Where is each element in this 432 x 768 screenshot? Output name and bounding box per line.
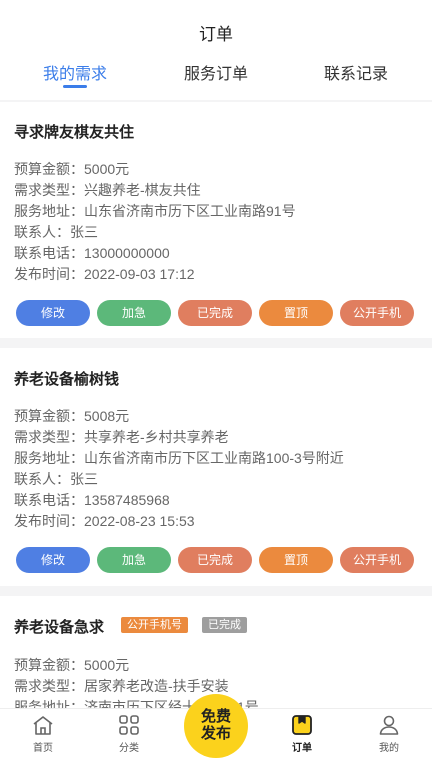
user-profile-icon: [379, 715, 399, 735]
tab-bar: 我的需求 服务订单 联系记录: [0, 60, 432, 86]
orders-icon: [292, 715, 312, 735]
tab-my-demands[interactable]: 我的需求: [43, 60, 107, 84]
completed-button[interactable]: 已完成: [178, 300, 252, 326]
category-grid-icon: [119, 715, 139, 735]
budget-field: 预算金额：5000元: [14, 161, 130, 177]
publish-label-line2: 发布: [200, 725, 231, 742]
phone-field: 联系电话：13000000000: [14, 245, 170, 261]
card-title: 养老设备榆树钱: [14, 371, 120, 388]
address-field: 服务地址：山东省济南市历下区工业南路100-3号附近: [14, 450, 344, 466]
nav-home-label: 首页: [33, 743, 53, 754]
completed-tag: 已完成: [202, 617, 247, 633]
completed-button[interactable]: 已完成: [178, 547, 252, 573]
publish-time-field: 发布时间：2022-09-03 17:12: [14, 266, 195, 282]
free-publish-button[interactable]: 免费 发布: [184, 694, 248, 758]
page-title: 订单: [199, 25, 233, 44]
demand-card: 养老设备急求 公开手机号 已完成 预算金额：5000元 需求类型：居家养老改造-…: [0, 596, 432, 708]
public-phone-button[interactable]: 公开手机: [340, 547, 414, 573]
nav-home[interactable]: 首页: [13, 709, 73, 754]
active-tab-indicator: [63, 85, 87, 88]
nav-category[interactable]: 分类: [99, 709, 159, 754]
public-phone-tag: 公开手机号: [121, 617, 188, 633]
budget-field: 预算金额：5008元: [14, 408, 130, 424]
top-header: 订单 我的需求 服务订单 联系记录: [0, 0, 432, 100]
nav-mine-label: 我的: [379, 743, 399, 754]
public-phone-button[interactable]: 公开手机: [340, 300, 414, 326]
type-field: 需求类型：居家养老改造-扶手安装: [14, 678, 229, 694]
tab-contact-records[interactable]: 联系记录: [324, 60, 388, 84]
publish-label-line1: 免费: [200, 708, 231, 725]
demand-card: 寻求牌友棋友共住 预算金额：5000元 需求类型：兴趣养老-棋友共住 服务地址：…: [0, 102, 432, 338]
pin-top-button[interactable]: 置顶: [259, 547, 333, 573]
contact-field: 联系人：张三: [14, 224, 98, 240]
nav-orders-label: 订单: [292, 743, 312, 754]
publish-time-field: 发布时间：2022-08-23 15:53: [14, 513, 195, 529]
urgent-button[interactable]: 加急: [97, 547, 171, 573]
card-title: 养老设备急求: [14, 619, 105, 636]
edit-button[interactable]: 修改: [16, 300, 90, 326]
card-title: 寻求牌友棋友共住: [14, 124, 135, 141]
urgent-button[interactable]: 加急: [97, 300, 171, 326]
nav-mine[interactable]: 我的: [359, 709, 419, 754]
pin-top-button[interactable]: 置顶: [259, 300, 333, 326]
edit-button[interactable]: 修改: [16, 547, 90, 573]
contact-field: 联系人：张三: [14, 471, 98, 487]
home-icon: [33, 716, 53, 735]
budget-field: 预算金额：5000元: [14, 657, 130, 673]
type-field: 需求类型：兴趣养老-棋友共住: [14, 182, 201, 198]
phone-field: 联系电话：13587485968: [14, 492, 170, 508]
type-field: 需求类型：共享养老-乡村共享养老: [14, 429, 229, 445]
nav-orders[interactable]: 订单: [272, 709, 332, 754]
demand-card: 养老设备榆树钱 预算金额：5008元 需求类型：共享养老-乡村共享养老 服务地址…: [0, 348, 432, 586]
nav-category-label: 分类: [119, 743, 139, 754]
tab-service-orders[interactable]: 服务订单: [184, 60, 248, 84]
address-field: 服务地址：山东省济南市历下区工业南路91号: [14, 203, 296, 219]
